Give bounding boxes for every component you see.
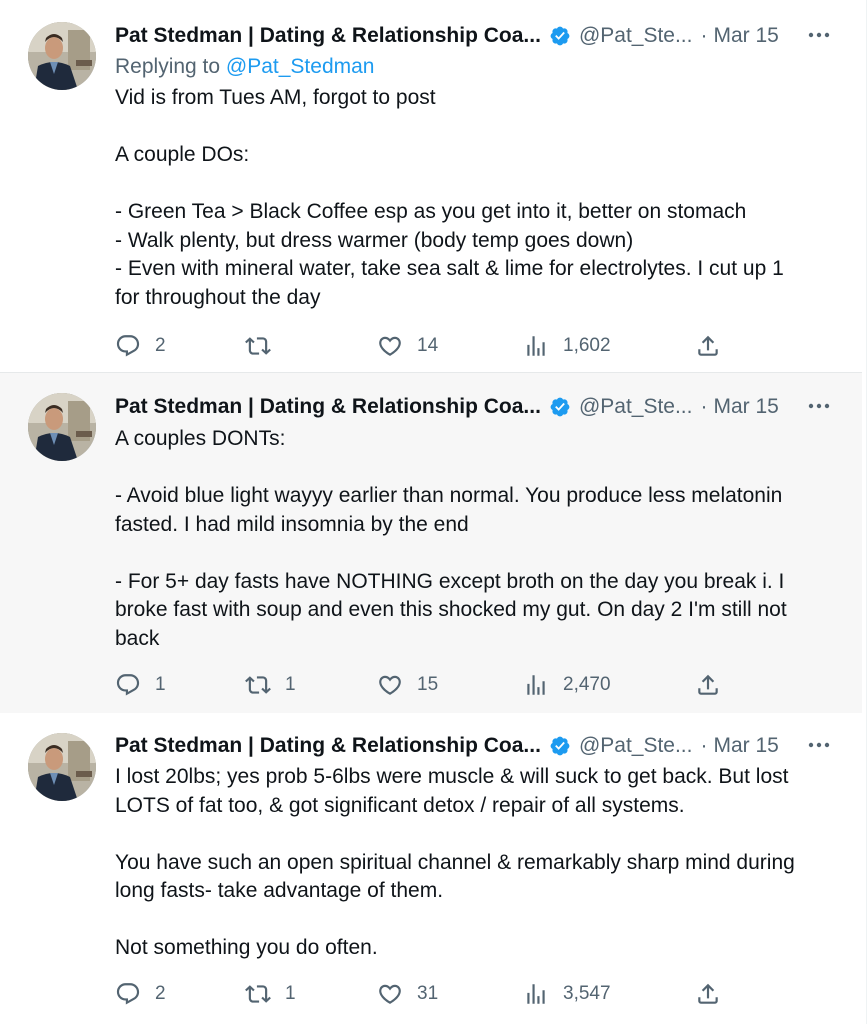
avatar[interactable] — [28, 393, 96, 461]
author-handle[interactable]: @Pat_Ste... — [579, 24, 693, 48]
author-handle[interactable]: @Pat_Ste... — [579, 395, 693, 419]
reply-button[interactable]: 2 — [115, 979, 166, 1009]
share-upload-icon — [698, 674, 718, 695]
separator-dot: · — [700, 734, 708, 757]
like-button[interactable]: 15 — [377, 670, 438, 700]
replying-to-mention[interactable]: @Pat_Stedman — [226, 55, 375, 78]
text-line: - Walk plenty, but dress warmer (body te… — [115, 228, 634, 252]
like-button[interactable]: 31 — [377, 979, 438, 1009]
like-count: 15 — [417, 674, 439, 695]
tweet-date[interactable]: Mar 15 — [713, 395, 778, 419]
more-horizontal-icon[interactable] — [806, 732, 832, 758]
tweet-date[interactable]: Mar 15 — [713, 24, 778, 48]
retweet-icon — [245, 985, 271, 1003]
reply-bubble-icon — [116, 674, 140, 696]
avatar[interactable] — [28, 733, 96, 801]
text-line: fasted. I had mild insomnia by the end — [115, 512, 469, 536]
reply-count: 1 — [155, 674, 166, 695]
retweet-icon — [245, 676, 271, 694]
tweet-text: Vid is from Tues AM, forgot to post A co… — [115, 84, 832, 312]
retweet-button[interactable]: 1 — [245, 979, 296, 1009]
reply-count: 2 — [155, 983, 166, 1004]
verified-badge-icon — [549, 396, 571, 418]
tweet[interactable]: Pat Stedman | Dating & Relationship Coa.… — [0, 373, 862, 713]
author-name[interactable]: Pat Stedman | Dating & Relationship Coa.… — [115, 395, 541, 419]
retweet-count: 1 — [285, 674, 296, 695]
reply-count: 2 — [155, 335, 166, 356]
retweet-count: 1 — [285, 983, 296, 1004]
author-name[interactable]: Pat Stedman | Dating & Relationship Coa.… — [115, 734, 541, 758]
reply-bubble-icon — [116, 983, 140, 1005]
tweet-actions: 1 1 15 2,470 — [115, 670, 725, 700]
tweet-header: Pat Stedman | Dating & Relationship Coa.… — [115, 391, 832, 423]
like-count: 31 — [417, 983, 439, 1004]
retweet-icon — [245, 337, 271, 355]
views-bar-chart-icon — [527, 984, 545, 1004]
tweet[interactable]: Pat Stedman | Dating & Relationship Coa.… — [0, 0, 862, 373]
text-line: A couples DONTs: — [115, 427, 286, 450]
views-bar-chart-icon — [527, 675, 545, 695]
views-count: 2,470 — [563, 674, 611, 695]
tweet-thread: Pat Stedman | Dating & Relationship Coa.… — [0, 0, 867, 1024]
text-line: - Even with mineral water, take sea salt… — [115, 257, 784, 280]
text-line: for throughout the day — [115, 285, 321, 309]
heart-icon — [379, 336, 401, 356]
views-button[interactable]: 3,547 — [523, 979, 611, 1009]
text-line: - For 5+ day fasts have NOTHING except b… — [115, 569, 785, 593]
tweet-header: Pat Stedman | Dating & Relationship Coa.… — [115, 20, 832, 52]
text-line: LOTS of fat too, & got significant detox… — [115, 793, 685, 817]
heart-icon — [379, 675, 401, 695]
text-line: back — [115, 626, 160, 650]
more-horizontal-icon[interactable] — [806, 393, 832, 419]
text-line: - Avoid blue light wayyy earlier than no… — [115, 484, 783, 507]
text-line: Vid is from Tues AM, forgot to post — [115, 86, 436, 109]
text-line: broke fast with soup and even this shock… — [115, 598, 787, 621]
retweet-button[interactable]: 1 — [245, 670, 296, 700]
text-line: Not something you do often. — [115, 936, 378, 959]
views-button[interactable]: 2,470 — [523, 670, 611, 700]
separator-dot: · — [700, 24, 708, 47]
share-upload-icon — [698, 335, 718, 356]
retweet-button[interactable] — [245, 331, 285, 361]
tweet-actions: 2 14 1,602 — [115, 331, 725, 361]
reply-bubble-icon — [116, 335, 140, 357]
replying-to-label: Replying to — [115, 55, 226, 78]
views-count: 1,602 — [563, 335, 611, 356]
text-line: I lost 20lbs; yes prob 5-6lbs were muscl… — [115, 765, 789, 788]
like-button[interactable]: 14 — [377, 331, 438, 361]
tweet[interactable]: Pat Stedman | Dating & Relationship Coa.… — [0, 713, 862, 1024]
author-name[interactable]: Pat Stedman | Dating & Relationship Coa.… — [115, 24, 541, 48]
heart-icon — [379, 984, 401, 1004]
reply-button[interactable]: 1 — [115, 670, 166, 700]
text-line: You have such an open spiritual channel … — [115, 850, 795, 874]
views-button[interactable]: 1,602 — [523, 331, 611, 361]
verified-badge-icon — [549, 25, 571, 47]
replying-to: Replying to @Pat_Stedman — [115, 55, 374, 79]
tweet-header: Pat Stedman | Dating & Relationship Coa.… — [115, 730, 832, 762]
more-horizontal-icon[interactable] — [806, 22, 832, 48]
author-handle[interactable]: @Pat_Ste... — [579, 734, 693, 758]
views-count: 3,547 — [563, 983, 611, 1004]
separator-dot: · — [700, 395, 708, 418]
share-button[interactable] — [695, 331, 721, 361]
tweet-date[interactable]: Mar 15 — [713, 734, 778, 758]
views-bar-chart-icon — [527, 336, 545, 356]
text-line: long fasts- take advantage of them. — [115, 879, 444, 902]
tweet-actions: 2 1 31 3,547 — [115, 979, 725, 1009]
like-count: 14 — [417, 335, 439, 356]
share-button[interactable] — [695, 670, 721, 700]
text-line: - Green Tea > Black Coffee esp as you ge… — [115, 200, 747, 223]
share-button[interactable] — [695, 979, 721, 1009]
text-line: A couple DOs: — [115, 143, 250, 166]
verified-badge-icon — [549, 735, 571, 757]
tweet-text: I lost 20lbs; yes prob 5-6lbs were muscl… — [115, 763, 832, 963]
reply-button[interactable]: 2 — [115, 331, 166, 361]
share-upload-icon — [698, 983, 718, 1004]
avatar[interactable] — [28, 22, 96, 90]
tweet-text: A couples DONTs: - Avoid blue light wayy… — [115, 425, 832, 653]
